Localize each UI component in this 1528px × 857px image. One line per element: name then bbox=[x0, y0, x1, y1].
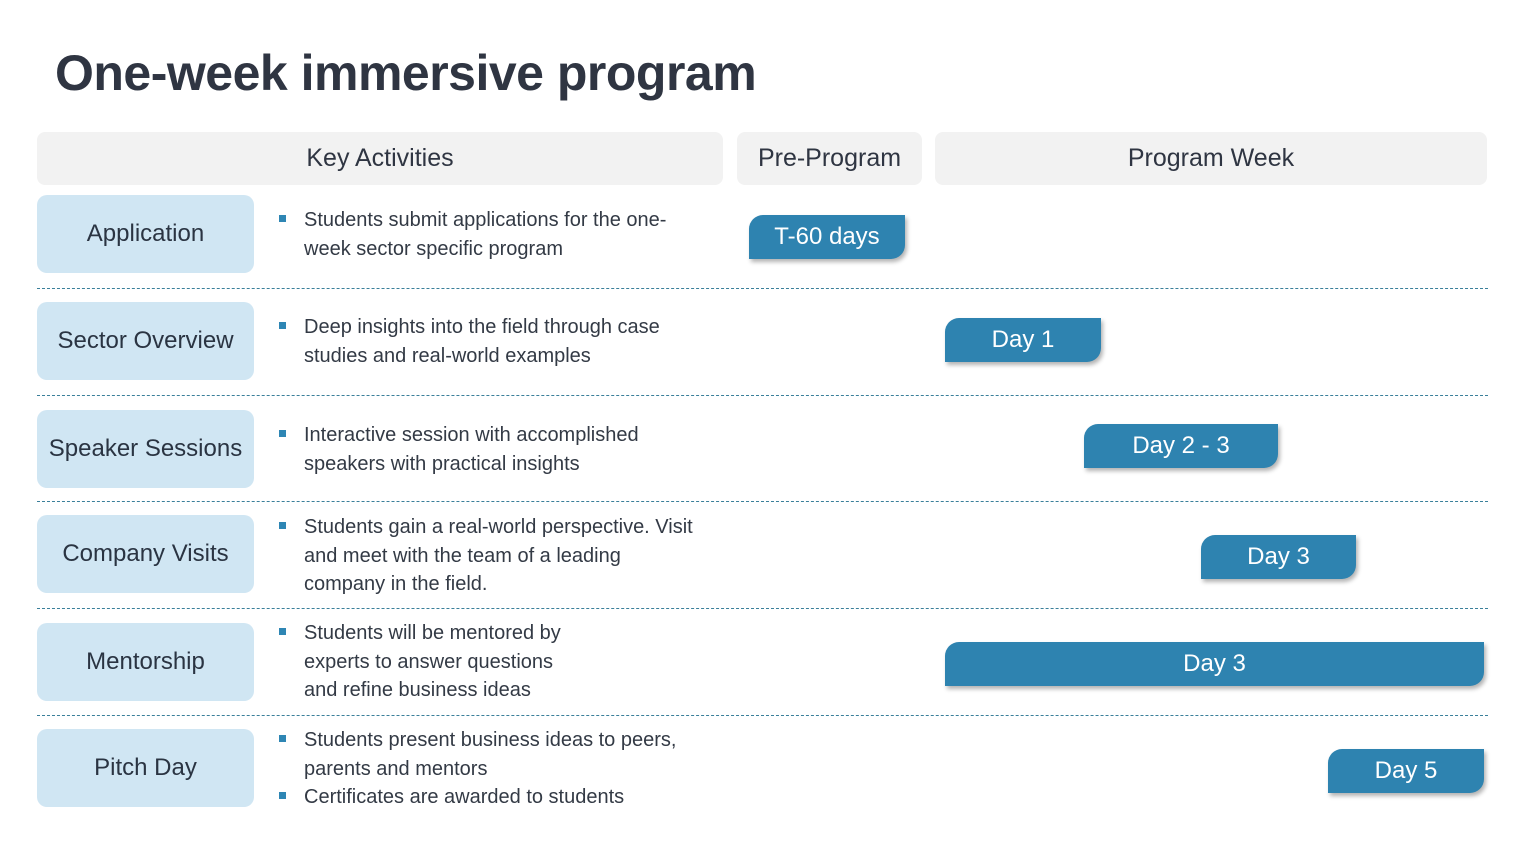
bullet-square-icon bbox=[279, 322, 286, 329]
bullet-item: Deep insights into the field through cas… bbox=[278, 313, 708, 370]
activity-label-company-visits: Company Visits bbox=[37, 515, 254, 593]
timeline-bar-application: T-60 days bbox=[749, 215, 905, 259]
row-divider bbox=[37, 501, 1488, 502]
bullet-item: Students gain a real-world perspective. … bbox=[278, 513, 703, 599]
bullet-item: Certificates are awarded to students bbox=[278, 783, 708, 812]
timeline-bar-company-visits: Day 3 bbox=[1201, 535, 1356, 579]
bullet-item: Students will be mentored by experts to … bbox=[278, 619, 578, 705]
bullet-list-mentorship: Students will be mentored by experts to … bbox=[278, 619, 578, 705]
bullet-square-icon bbox=[279, 735, 286, 742]
bullet-square-icon bbox=[279, 430, 286, 437]
activity-label-pitch-day: Pitch Day bbox=[37, 729, 254, 807]
row-divider bbox=[37, 608, 1488, 609]
timeline-bar-speaker-sessions: Day 2 - 3 bbox=[1084, 424, 1278, 468]
bullet-item: Students submit applications for the one… bbox=[278, 206, 708, 263]
page-title: One-week immersive program bbox=[55, 45, 757, 101]
bullet-list-pitch-day: Students present business ideas to peers… bbox=[278, 726, 708, 812]
bullet-list-application: Students submit applications for the one… bbox=[278, 206, 708, 263]
header-pre-program: Pre-Program bbox=[737, 132, 922, 185]
row-divider bbox=[37, 395, 1488, 396]
activity-label-mentorship: Mentorship bbox=[37, 623, 254, 701]
timeline-bar-pitch-day: Day 5 bbox=[1328, 749, 1484, 793]
bullet-list-sector-overview: Deep insights into the field through cas… bbox=[278, 313, 708, 370]
bullet-item: Students present business ideas to peers… bbox=[278, 726, 708, 783]
bullet-list-speaker-sessions: Interactive session with accomplished sp… bbox=[278, 421, 688, 478]
bullet-square-icon bbox=[279, 522, 286, 529]
row-divider bbox=[37, 288, 1488, 289]
activity-label-speaker-sessions: Speaker Sessions bbox=[37, 410, 254, 488]
timeline-bar-sector-overview: Day 1 bbox=[945, 318, 1101, 362]
activity-label-application: Application bbox=[37, 195, 254, 273]
bullet-square-icon bbox=[279, 792, 286, 799]
header-program-week: Program Week bbox=[935, 132, 1487, 185]
bullet-list-company-visits: Students gain a real-world perspective. … bbox=[278, 513, 703, 599]
bullet-square-icon bbox=[279, 215, 286, 222]
row-divider bbox=[37, 715, 1488, 716]
bullet-item: Interactive session with accomplished sp… bbox=[278, 421, 688, 478]
activity-label-sector-overview: Sector Overview bbox=[37, 302, 254, 380]
timeline-bar-mentorship: Day 3 bbox=[945, 642, 1484, 686]
header-key-activities: Key Activities bbox=[37, 132, 723, 185]
bullet-square-icon bbox=[279, 628, 286, 635]
